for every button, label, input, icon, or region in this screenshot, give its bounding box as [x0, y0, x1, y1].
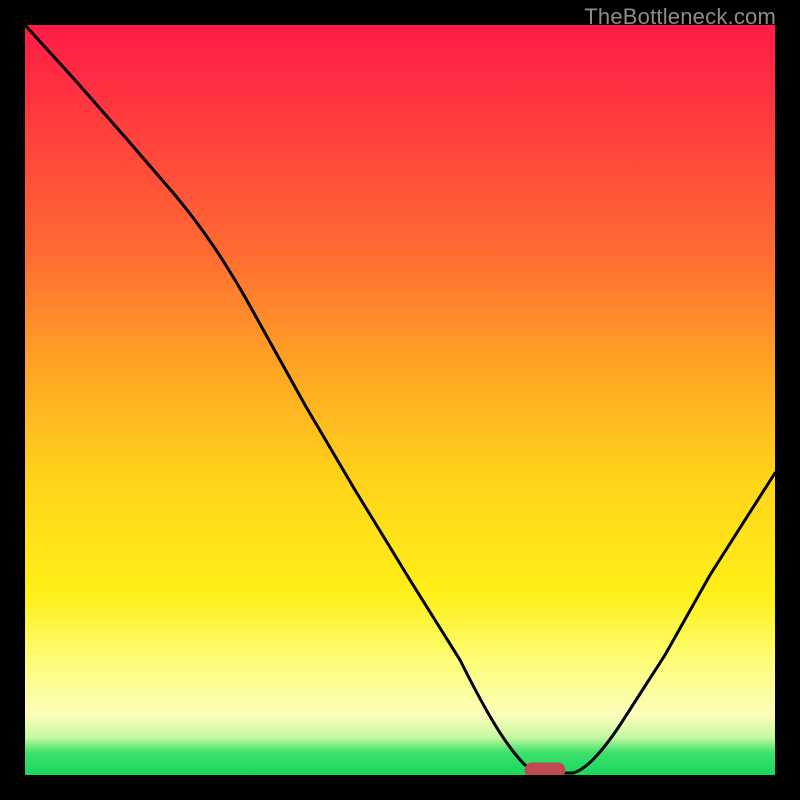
plot-area [25, 25, 775, 775]
curve-layer [25, 25, 775, 775]
watermark-text: TheBottleneck.com [584, 4, 776, 30]
bottleneck-curve [25, 25, 775, 773]
optimal-marker [525, 763, 565, 775]
chart-frame: TheBottleneck.com [0, 0, 800, 800]
